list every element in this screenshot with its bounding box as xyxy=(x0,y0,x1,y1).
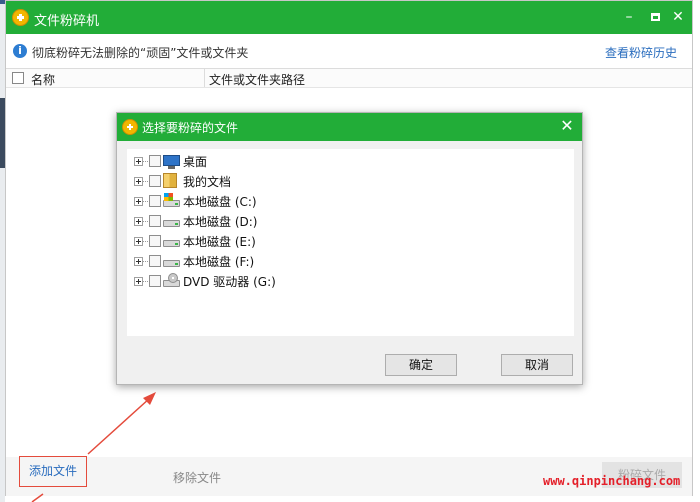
view-history-link[interactable]: 查看粉碎历史 xyxy=(605,44,677,61)
tree-item-checkbox[interactable] xyxy=(149,255,161,267)
annotation-arrow xyxy=(31,392,156,502)
ok-button[interactable]: 确定 xyxy=(385,354,457,376)
expand-toggle-icon[interactable] xyxy=(134,197,143,206)
dialog-logo-icon xyxy=(122,119,138,135)
system-drive-icon xyxy=(163,193,180,208)
app-logo-icon xyxy=(12,9,29,26)
tree-item-desktop[interactable]: 桌面 xyxy=(134,152,434,170)
tree-item-label: 本地磁盘 (E:) xyxy=(183,235,256,249)
tree-item-dvd-g[interactable]: DVD 驱动器 (G:) xyxy=(134,272,434,290)
dialog-title-bar[interactable]: 选择要粉碎的文件 ✕ xyxy=(117,113,582,141)
maximize-button[interactable] xyxy=(643,7,667,27)
desktop-icon xyxy=(163,155,180,169)
tree-item-checkbox[interactable] xyxy=(149,215,161,227)
select-file-dialog: 选择要粉碎的文件 ✕ 桌面 我的文档 本地磁盘 (C:) 本地磁盘 (D:) 本… xyxy=(116,112,583,385)
minimize-button[interactable]: – xyxy=(617,7,641,27)
info-icon: i xyxy=(13,44,27,58)
expand-toggle-icon[interactable] xyxy=(134,217,143,226)
expand-toggle-icon[interactable] xyxy=(134,237,143,246)
window-title: 文件粉碎机 xyxy=(34,14,100,29)
tree-item-label: DVD 驱动器 (G:) xyxy=(183,275,276,289)
tree-item-documents[interactable]: 我的文档 xyxy=(134,172,434,190)
maximize-icon xyxy=(650,13,660,21)
tree-item-checkbox[interactable] xyxy=(149,195,161,207)
drive-icon xyxy=(163,253,180,268)
remove-file-button[interactable]: 移除文件 xyxy=(173,469,221,486)
column-header-path[interactable]: 文件或文件夹路径 xyxy=(209,71,305,88)
close-button[interactable]: ✕ xyxy=(666,7,690,27)
expand-toggle-icon[interactable] xyxy=(134,157,143,166)
annotation-arrow-tail xyxy=(31,493,44,502)
expand-toggle-icon[interactable] xyxy=(134,257,143,266)
folder-tree: 桌面 我的文档 本地磁盘 (C:) 本地磁盘 (D:) 本地磁盘 (E:) 本地… xyxy=(127,149,574,336)
tree-item-label: 本地磁盘 (D:) xyxy=(183,215,258,229)
tree-item-label: 本地磁盘 (F:) xyxy=(183,255,255,269)
title-bar[interactable]: 文件粉碎机 – ✕ xyxy=(6,1,692,34)
tree-item-checkbox[interactable] xyxy=(149,155,161,167)
expand-toggle-icon[interactable] xyxy=(134,277,143,286)
tree-item-checkbox[interactable] xyxy=(149,175,161,187)
drive-icon xyxy=(163,233,180,248)
column-divider[interactable] xyxy=(204,69,205,87)
column-header-name[interactable]: 名称 xyxy=(31,71,55,88)
dvd-drive-icon xyxy=(163,273,180,288)
tree-item-label: 本地磁盘 (C:) xyxy=(183,195,257,209)
tree-item-drive-c[interactable]: 本地磁盘 (C:) xyxy=(134,192,434,210)
expand-toggle-icon[interactable] xyxy=(134,177,143,186)
info-text: 彻底粉碎无法删除的“顽固”文件或文件夹 xyxy=(32,46,249,60)
drive-icon xyxy=(163,213,180,228)
tree-item-label: 我的文档 xyxy=(183,175,232,189)
site-watermark: www.qinpinchang.com xyxy=(543,474,681,488)
tree-item-label: 桌面 xyxy=(183,155,208,169)
tree-item-drive-e[interactable]: 本地磁盘 (E:) xyxy=(134,232,434,250)
annotation-arrow-line xyxy=(87,397,151,455)
tree-item-drive-f[interactable]: 本地磁盘 (F:) xyxy=(134,252,434,270)
tree-item-checkbox[interactable] xyxy=(149,275,161,287)
select-all-checkbox[interactable] xyxy=(12,72,24,84)
tree-item-drive-d[interactable]: 本地磁盘 (D:) xyxy=(134,212,434,230)
dialog-title: 选择要粉碎的文件 xyxy=(142,121,239,135)
tree-item-checkbox[interactable] xyxy=(149,235,161,247)
file-list-header: 名称 文件或文件夹路径 xyxy=(6,68,692,88)
dialog-close-button[interactable]: ✕ xyxy=(557,116,577,136)
documents-folder-icon xyxy=(163,173,177,188)
cancel-button[interactable]: 取消 xyxy=(501,354,573,376)
